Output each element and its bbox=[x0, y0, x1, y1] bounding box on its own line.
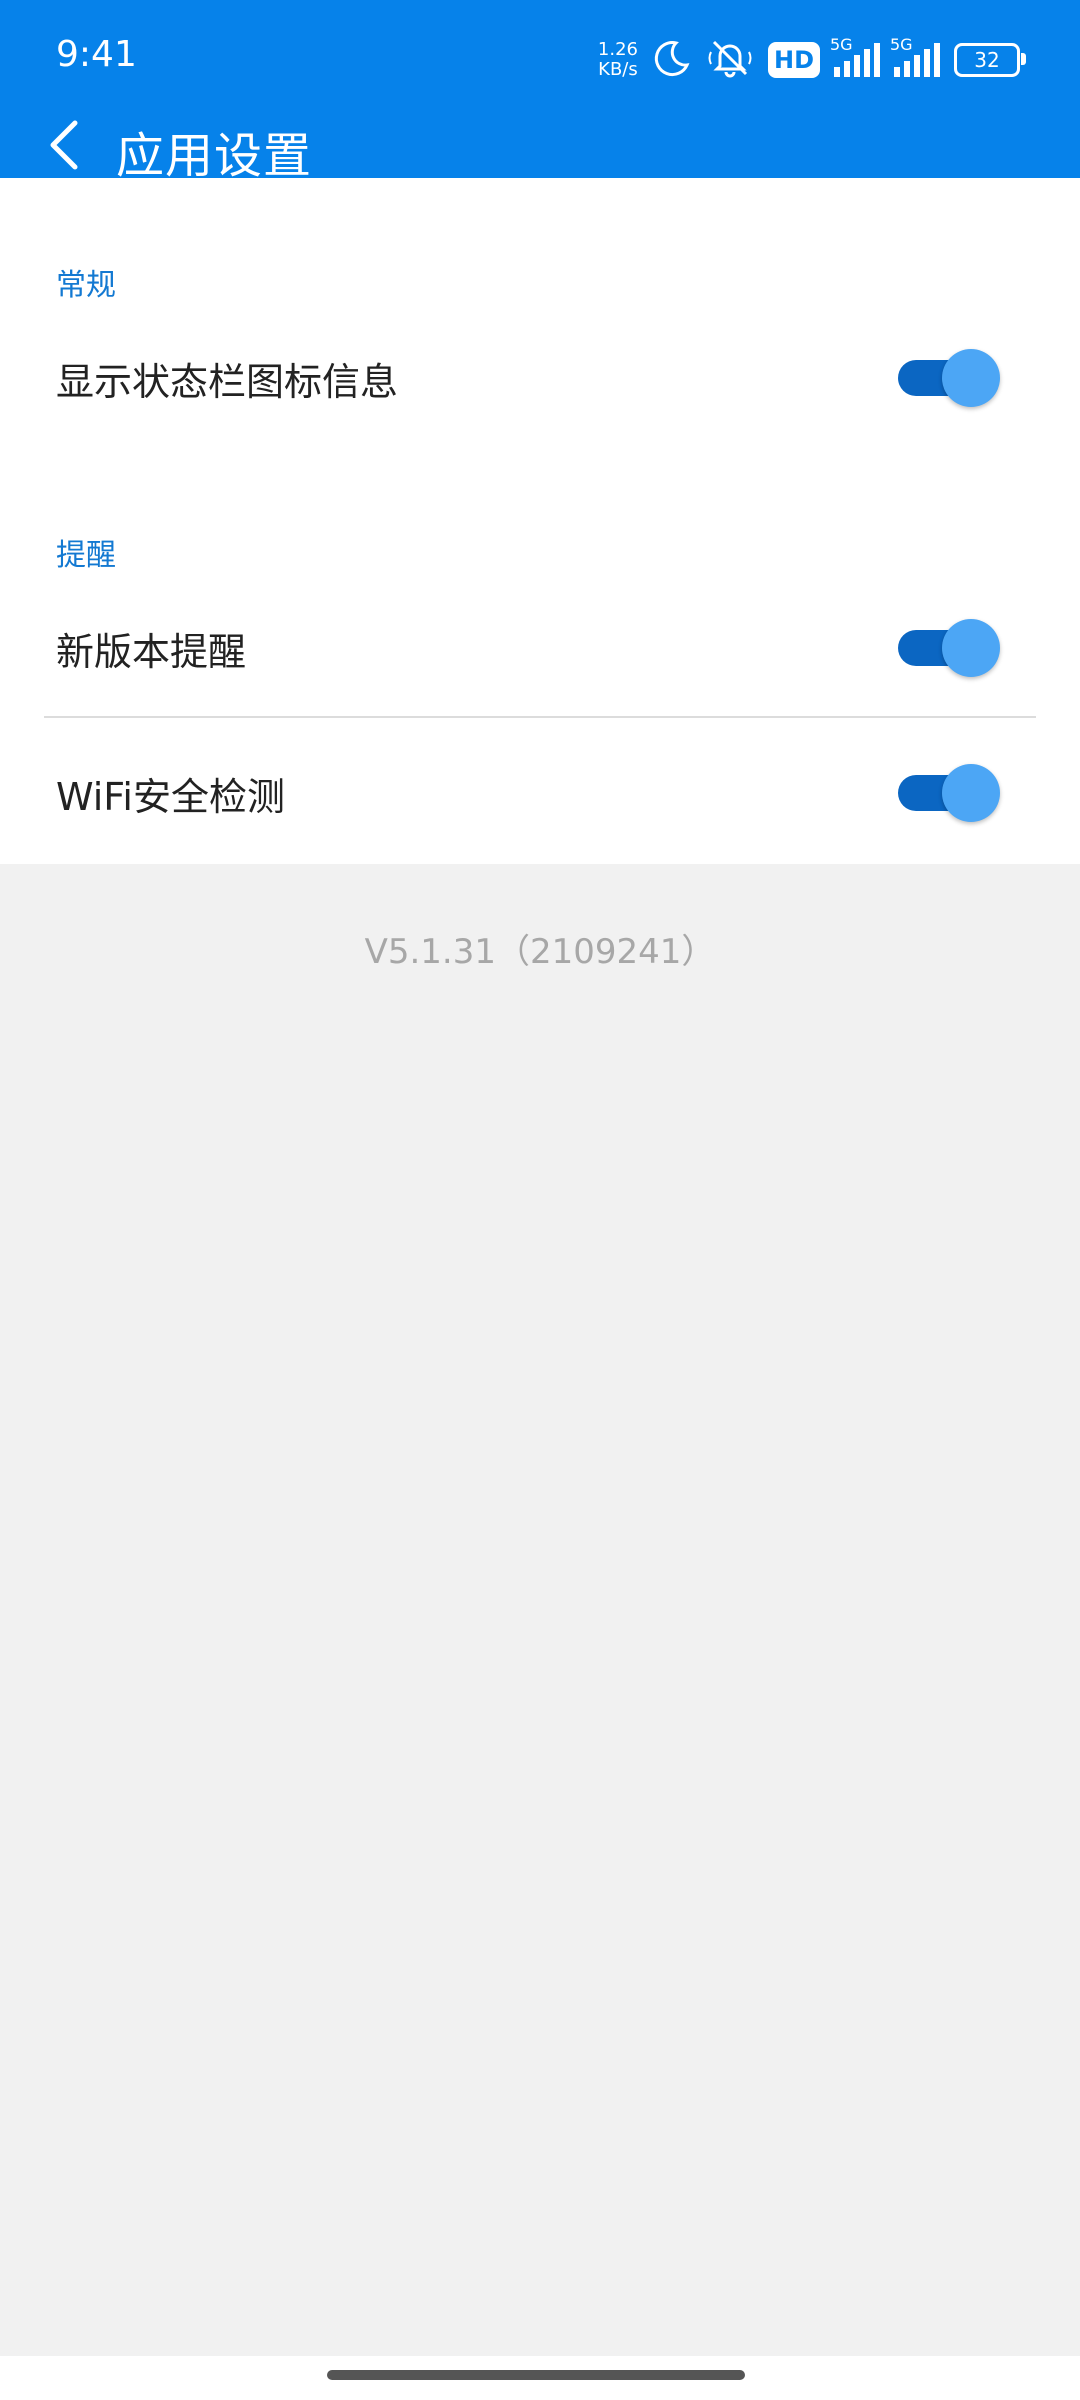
setting-row-new-version-reminder[interactable]: 新版本提醒 bbox=[0, 583, 1080, 703]
version-label: V5.1.31（2109241） bbox=[364, 932, 716, 972]
app-bar: 9:41 1.26 KB/s HD 5G 5G 32 应用设置 bbox=[0, 0, 1080, 184]
page-title: 应用设置 bbox=[116, 128, 313, 184]
section-header-general: 常规 bbox=[56, 268, 116, 303]
setting-row-show-status-icons[interactable]: 显示状态栏图标信息 bbox=[0, 313, 1080, 433]
title-row: 应用设置 bbox=[0, 110, 1080, 184]
battery-level: 32 bbox=[974, 48, 1000, 72]
network-type-label: 5G bbox=[890, 35, 913, 54]
wifi-security-check-toggle[interactable] bbox=[896, 764, 1000, 822]
network-speed-value: 1.26 bbox=[597, 39, 638, 60]
network-type-label: 5G bbox=[830, 35, 853, 54]
settings-list: 常规 显示状态栏图标信息 提醒 新版本提醒 WiFi安全检测 bbox=[0, 178, 1080, 864]
setting-label: 新版本提醒 bbox=[56, 630, 247, 674]
signal-icon: 5G bbox=[830, 35, 880, 77]
battery-icon: 32 bbox=[954, 43, 1026, 77]
toggle-thumb bbox=[942, 619, 1000, 677]
status-icons: 1.26 KB/s HD 5G 5G 32 bbox=[598, 35, 1026, 84]
navigation-bar bbox=[0, 2356, 1080, 2400]
network-speed: 1.26 KB/s bbox=[598, 40, 638, 80]
signal-icon: 5G bbox=[890, 35, 940, 77]
section-header-reminders: 提醒 bbox=[56, 538, 116, 573]
toggle-thumb bbox=[942, 349, 1000, 407]
status-bar: 9:41 1.26 KB/s HD 5G 5G 32 bbox=[0, 0, 1080, 110]
home-indicator[interactable] bbox=[327, 2370, 745, 2380]
setting-label: 显示状态栏图标信息 bbox=[56, 360, 399, 404]
new-version-reminder-toggle[interactable] bbox=[896, 619, 1000, 677]
network-speed-unit: KB/s bbox=[598, 59, 638, 80]
show-status-icons-toggle[interactable] bbox=[896, 349, 1000, 407]
toggle-thumb bbox=[942, 764, 1000, 822]
chevron-left-icon bbox=[50, 120, 78, 170]
moon-icon bbox=[652, 38, 692, 82]
back-button[interactable] bbox=[30, 110, 100, 180]
status-time: 9:41 bbox=[56, 34, 137, 75]
bell-off-icon bbox=[706, 38, 754, 82]
setting-label: WiFi安全检测 bbox=[56, 775, 285, 819]
setting-row-wifi-security-check[interactable]: WiFi安全检测 bbox=[0, 728, 1080, 848]
hd-icon: HD bbox=[767, 42, 820, 78]
divider bbox=[44, 716, 1036, 718]
